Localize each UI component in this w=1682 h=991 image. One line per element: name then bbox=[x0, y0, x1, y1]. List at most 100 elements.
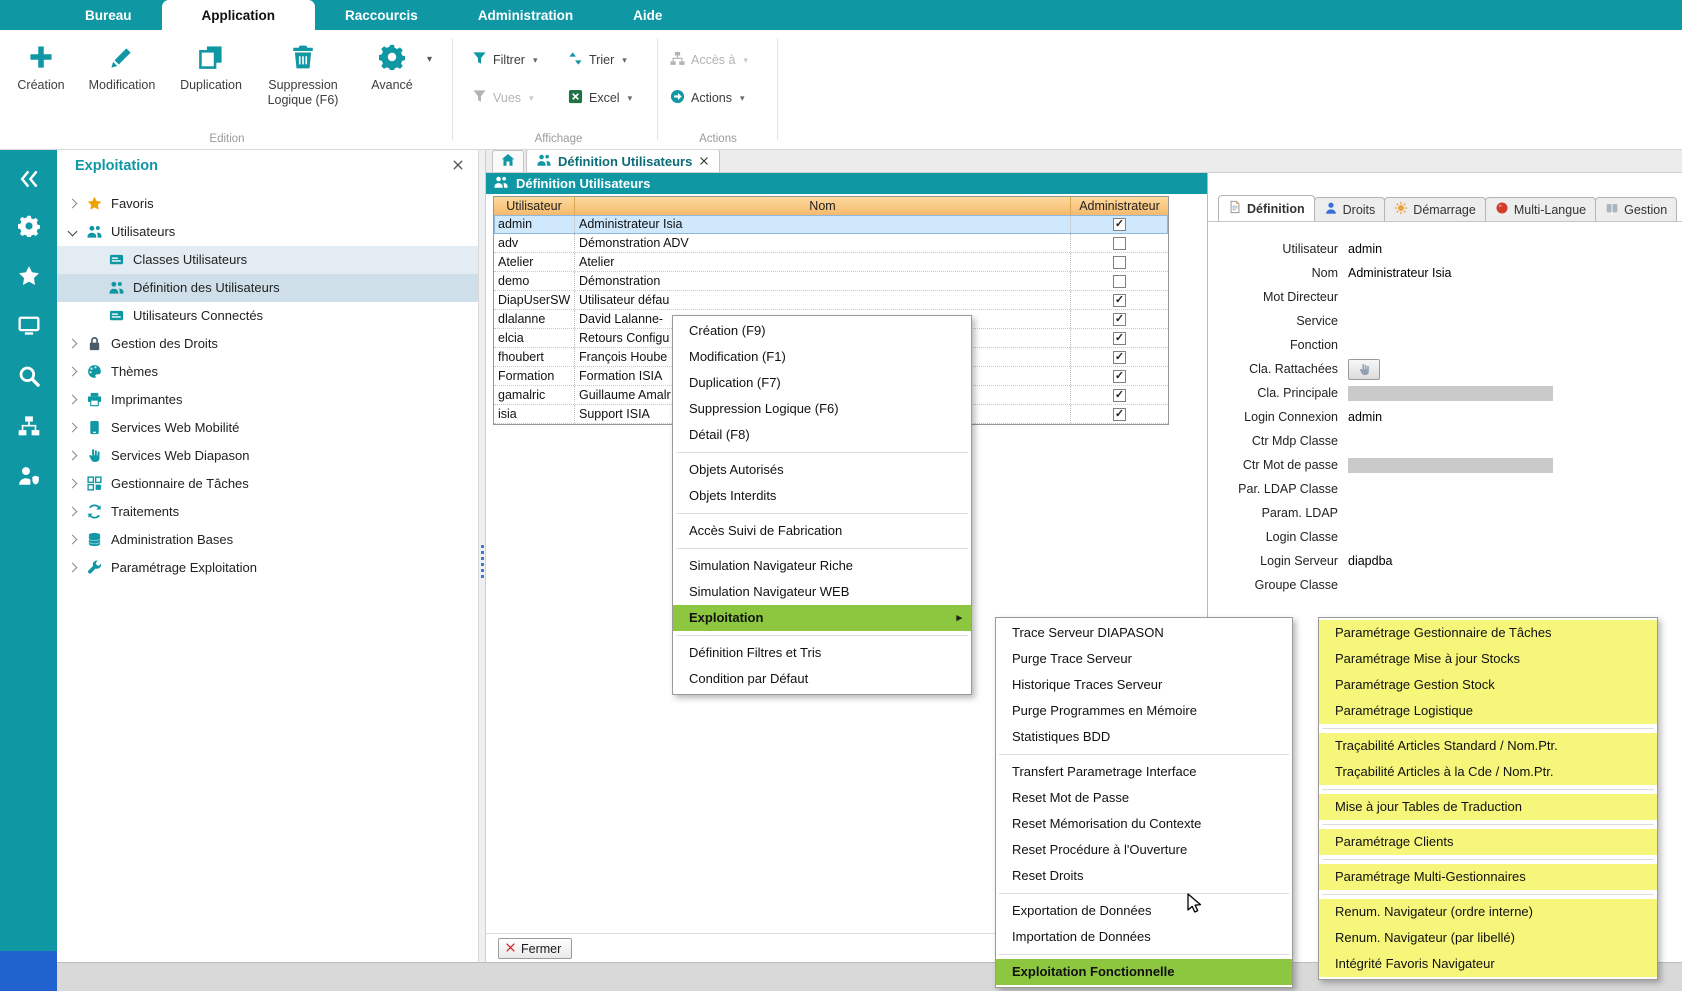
ribbon-suppression-button[interactable]: SuppressionLogique (F6) bbox=[254, 30, 352, 126]
admin-checkbox[interactable]: ✓ bbox=[1113, 218, 1126, 231]
chevron-down-icon[interactable] bbox=[68, 227, 78, 237]
menu-item-importation-de-donnees[interactable]: Importation de Données bbox=[996, 924, 1292, 950]
table-row[interactable]: DiapUserSWUtilisateur défau✓ bbox=[494, 291, 1168, 310]
field-value[interactable]: diapdba bbox=[1348, 554, 1393, 568]
chevron-right-icon[interactable] bbox=[68, 507, 78, 517]
sidebar-item-imprimantes[interactable]: Imprimantes bbox=[57, 386, 478, 414]
ribbon-filtrer-button[interactable]: Filtrer▾ bbox=[472, 48, 537, 72]
menu-item-reset-droits[interactable]: Reset Droits bbox=[996, 863, 1292, 889]
detail-tab-multi-langue[interactable]: Multi-Langue bbox=[1485, 197, 1596, 221]
sidebar-item-utilisateurs[interactable]: Utilisateurs bbox=[57, 218, 478, 246]
sidebar-item-administration-bases[interactable]: Administration Bases bbox=[57, 526, 478, 554]
chevron-right-icon[interactable] bbox=[68, 563, 78, 573]
menu-item-integrite-favoris-navigateur[interactable]: Intégrité Favoris Navigateur bbox=[1319, 951, 1657, 977]
admin-checkbox[interactable] bbox=[1113, 256, 1126, 269]
home-tab[interactable] bbox=[492, 150, 524, 172]
sidebar-item-parametrage-exploitation[interactable]: Paramétrage Exploitation bbox=[57, 554, 478, 582]
chevron-right-icon[interactable] bbox=[68, 339, 78, 349]
sidebar-item-services-web-diapason[interactable]: Services Web Diapason bbox=[57, 442, 478, 470]
rail-user-shield-icon[interactable] bbox=[0, 455, 57, 497]
field-value[interactable]: admin bbox=[1348, 242, 1382, 256]
menu-item-objets-autorises[interactable]: Objets Autorisés bbox=[673, 457, 971, 483]
sidebar-item-services-web-mobilite[interactable]: Services Web Mobilité bbox=[57, 414, 478, 442]
rail-monitor-icon[interactable] bbox=[0, 305, 57, 347]
rail-collapse-icon[interactable] bbox=[0, 158, 57, 200]
sidebar-item-definition-des-utilisateurs[interactable]: Définition des Utilisateurs bbox=[57, 274, 478, 302]
menu-item-parametrage-gestionnaire-de-taches[interactable]: Paramétrage Gestionnaire de Tâches bbox=[1319, 620, 1657, 646]
admin-checkbox[interactable]: ✓ bbox=[1113, 408, 1126, 421]
menu-item-parametrage-multi-gestionnaires[interactable]: Paramétrage Multi-Gestionnaires bbox=[1319, 864, 1657, 890]
menubar-item-raccourcis[interactable]: Raccourcis bbox=[315, 0, 448, 30]
menu-item-mise-a-jour-tables-de-traduction[interactable]: Mise à jour Tables de Traduction bbox=[1319, 794, 1657, 820]
menu-item-definition-filtres-et-tris[interactable]: Définition Filtres et Tris bbox=[673, 640, 971, 666]
sidebar-item-themes[interactable]: Thèmes bbox=[57, 358, 478, 386]
menubar-item-aide[interactable]: Aide bbox=[603, 0, 692, 30]
menu-item-purge-programmes-en-memoire[interactable]: Purge Programmes en Mémoire bbox=[996, 698, 1292, 724]
menu-item-statistiques-bdd[interactable]: Statistiques BDD bbox=[996, 724, 1292, 750]
table-row[interactable]: AtelierAtelier bbox=[494, 253, 1168, 272]
splitter-handle[interactable] bbox=[481, 545, 484, 581]
menu-item-exploitation-fonctionnelle[interactable]: Exploitation Fonctionnelle bbox=[996, 959, 1292, 985]
menu-item-simulation-navigateur-riche[interactable]: Simulation Navigateur Riche bbox=[673, 553, 971, 579]
column-header-utilisateur[interactable]: Utilisateur bbox=[494, 197, 575, 215]
admin-checkbox[interactable]: ✓ bbox=[1113, 313, 1126, 326]
ribbon-avance-button[interactable]: Avancé▾ bbox=[352, 30, 432, 126]
menu-item-purge-trace-serveur[interactable]: Purge Trace Serveur bbox=[996, 646, 1292, 672]
menu-item-tracabilite-articles-a-la-cde-nom-ptr[interactable]: Traçabilité Articles à la Cde / Nom.Ptr. bbox=[1319, 759, 1657, 785]
splitter[interactable] bbox=[478, 150, 486, 962]
sidebar-item-classes-utilisateurs[interactable]: Classes Utilisateurs bbox=[57, 246, 478, 274]
menu-item-historique-traces-serveur[interactable]: Historique Traces Serveur bbox=[996, 672, 1292, 698]
admin-checkbox[interactable]: ✓ bbox=[1113, 351, 1126, 364]
field-value[interactable]: admin bbox=[1348, 410, 1382, 424]
sidebar-item-traitements[interactable]: Traitements bbox=[57, 498, 478, 526]
admin-checkbox[interactable]: ✓ bbox=[1113, 294, 1126, 307]
rail-star-icon[interactable] bbox=[0, 255, 57, 297]
admin-checkbox[interactable]: ✓ bbox=[1113, 389, 1126, 402]
chevron-right-icon[interactable] bbox=[68, 395, 78, 405]
rail-search-icon[interactable] bbox=[0, 355, 57, 397]
field-value[interactable]: Administrateur Isia bbox=[1348, 266, 1452, 280]
menu-item-acces-suivi-de-fabrication[interactable]: Accès Suivi de Fabrication bbox=[673, 518, 971, 544]
ribbon-creation-button[interactable]: Création bbox=[6, 30, 76, 126]
close-icon[interactable] bbox=[452, 159, 464, 174]
detail-tab-definition[interactable]: Définition bbox=[1218, 195, 1315, 221]
menu-item-renum-navigateur-par-libelle[interactable]: Renum. Navigateur (par libellé) bbox=[1319, 925, 1657, 951]
menu-item-suppression-logique-f6[interactable]: Suppression Logique (F6) bbox=[673, 396, 971, 422]
admin-checkbox[interactable]: ✓ bbox=[1113, 332, 1126, 345]
menu-item-modification-f1[interactable]: Modification (F1) bbox=[673, 344, 971, 370]
admin-checkbox[interactable]: ✓ bbox=[1113, 370, 1126, 383]
menu-item-tracabilite-articles-standard-nom-ptr[interactable]: Traçabilité Articles Standard / Nom.Ptr. bbox=[1319, 733, 1657, 759]
column-header-administrateur[interactable]: Administrateur bbox=[1071, 197, 1168, 215]
menu-item-trace-serveur-diapason[interactable]: Trace Serveur DIAPASON bbox=[996, 620, 1292, 646]
detail-tab-demarrage[interactable]: Démarrage bbox=[1384, 197, 1486, 221]
chevron-right-icon[interactable] bbox=[68, 423, 78, 433]
menu-item-parametrage-mise-a-jour-stocks[interactable]: Paramétrage Mise à jour Stocks bbox=[1319, 646, 1657, 672]
menu-item-condition-par-defaut[interactable]: Condition par Défaut bbox=[673, 666, 971, 692]
ribbon-actions-button[interactable]: Actions▾ bbox=[670, 86, 745, 110]
menu-item-renum-navigateur-ordre-interne[interactable]: Renum. Navigateur (ordre interne) bbox=[1319, 899, 1657, 925]
menu-item-detail-f8[interactable]: Détail (F8) bbox=[673, 422, 971, 448]
sidebar-item-favoris[interactable]: Favoris bbox=[57, 190, 478, 218]
menu-item-exportation-de-donnees[interactable]: Exportation de Données bbox=[996, 898, 1292, 924]
ribbon-modification-button[interactable]: Modification bbox=[76, 30, 168, 126]
table-row[interactable]: adminAdministrateur Isia✓ bbox=[494, 215, 1168, 234]
chevron-right-icon[interactable] bbox=[68, 451, 78, 461]
chevron-right-icon[interactable] bbox=[68, 535, 78, 545]
table-row[interactable]: demoDémonstration bbox=[494, 272, 1168, 291]
ribbon-trier-button[interactable]: Trier▾ bbox=[568, 48, 627, 72]
menu-item-parametrage-clients[interactable]: Paramétrage Clients bbox=[1319, 829, 1657, 855]
menu-item-parametrage-logistique[interactable]: Paramétrage Logistique bbox=[1319, 698, 1657, 724]
menu-item-objets-interdits[interactable]: Objets Interdits bbox=[673, 483, 971, 509]
tab-close-icon[interactable] bbox=[699, 154, 709, 169]
menu-item-exploitation[interactable]: Exploitation▸ bbox=[673, 605, 971, 631]
menu-item-simulation-navigateur-web[interactable]: Simulation Navigateur WEB bbox=[673, 579, 971, 605]
chevron-right-icon[interactable] bbox=[68, 479, 78, 489]
rail-hierarchy-icon[interactable] bbox=[0, 405, 57, 447]
menubar-item-application[interactable]: Application bbox=[162, 0, 316, 30]
column-header-nom[interactable]: Nom bbox=[575, 197, 1071, 215]
tab-definition-utilisateurs[interactable]: Définition Utilisateurs bbox=[526, 149, 720, 172]
sidebar-item-gestion-des-droits[interactable]: Gestion des Droits bbox=[57, 330, 478, 358]
menu-item-creation-f9[interactable]: Création (F9) bbox=[673, 318, 971, 344]
fermer-button[interactable]: Fermer bbox=[498, 938, 572, 959]
menu-item-reset-procedure-a-l-ouverture[interactable]: Reset Procédure à l'Ouverture bbox=[996, 837, 1292, 863]
